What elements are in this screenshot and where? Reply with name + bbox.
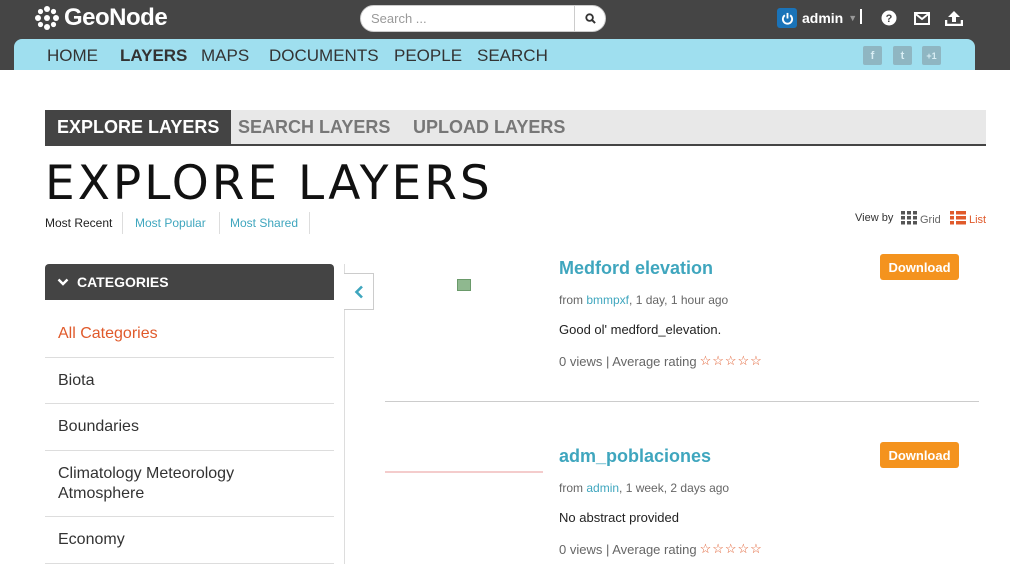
- divider: [219, 212, 220, 234]
- grid-view-button[interactable]: Grid: [901, 209, 941, 226]
- power-icon: [777, 8, 797, 28]
- owner-link[interactable]: admin: [586, 481, 619, 495]
- layer-meta: from admin, 1 week, 2 days ago: [559, 481, 729, 495]
- nav-home[interactable]: HOME: [47, 46, 98, 66]
- nav-layers[interactable]: LAYERS: [120, 46, 187, 66]
- category-label: Climatology Meteorology Atmosphere: [58, 464, 235, 502]
- rating-stars-icon[interactable]: ☆☆☆☆☆: [700, 353, 763, 369]
- owner-link[interactable]: bmmpxf: [586, 293, 629, 307]
- layer-age: , 1 day, 1 hour ago: [629, 293, 729, 307]
- search-button[interactable]: [574, 6, 605, 31]
- sort-most-recent[interactable]: Most Recent: [45, 216, 112, 230]
- from-label: from: [559, 481, 583, 495]
- facebook-icon[interactable]: f: [863, 46, 882, 65]
- divider: [309, 212, 310, 234]
- username: admin: [802, 10, 844, 26]
- chevron-left-icon: [354, 285, 363, 298]
- chevron-down-icon: ▼: [848, 13, 858, 23]
- category-economy[interactable]: Economy: [45, 517, 334, 564]
- nav-people[interactable]: PEOPLE: [394, 46, 462, 66]
- sort-most-popular[interactable]: Most Popular: [135, 216, 206, 230]
- divider: [860, 9, 862, 24]
- mail-icon[interactable]: [913, 9, 931, 27]
- list-view-button[interactable]: List: [950, 209, 986, 226]
- collapse-sidebar-button[interactable]: [344, 273, 374, 310]
- from-label: from: [559, 293, 583, 307]
- divider: [385, 401, 979, 402]
- main-nav: HOME LAYERS MAPS DOCUMENTS PEOPLE SEARCH…: [14, 39, 975, 70]
- grid-icon: [901, 210, 917, 224]
- category-biota[interactable]: Biota: [45, 358, 334, 404]
- category-climatology[interactable]: Climatology Meteorology Atmosphere: [45, 451, 334, 517]
- svg-text:?: ?: [886, 13, 893, 25]
- divider: [122, 212, 123, 234]
- layer-stats: 0 views | Average rating ☆☆☆☆☆: [559, 353, 763, 369]
- category-all[interactable]: All Categories: [45, 310, 334, 358]
- layer-title[interactable]: adm_poblaciones: [559, 446, 711, 467]
- layer-subtabs: EXPLORE LAYERS SEARCH LAYERS UPLOAD LAYE…: [45, 110, 986, 146]
- category-list: All Categories Biota Boundaries Climatol…: [45, 310, 334, 564]
- search-box: [360, 5, 606, 32]
- help-icon[interactable]: ?: [880, 9, 898, 27]
- page-title: EXPLORE LAYERS: [45, 156, 493, 211]
- layer-title[interactable]: Medford elevation: [559, 258, 713, 279]
- grid-label: Grid: [920, 214, 941, 226]
- category-label: Boundaries: [58, 418, 139, 435]
- download-button[interactable]: Download: [880, 254, 959, 280]
- category-boundaries[interactable]: Boundaries: [45, 404, 334, 451]
- layer-thumbnail[interactable]: [457, 279, 471, 291]
- view-by-label: View by: [855, 212, 894, 224]
- layer-stats: 0 views | Average rating ☆☆☆☆☆: [559, 541, 763, 557]
- layer-stats-text: 0 views | Average rating: [559, 353, 697, 369]
- list-icon: [950, 210, 966, 224]
- logo-text: GeoNode: [64, 4, 168, 31]
- upload-icon[interactable]: [945, 9, 963, 27]
- download-button[interactable]: Download: [880, 442, 959, 468]
- layer-abstract: Good ol' medford_elevation.: [559, 322, 722, 337]
- nav-maps[interactable]: MAPS: [201, 46, 249, 66]
- nav-search[interactable]: SEARCH: [477, 46, 548, 66]
- geonode-logo[interactable]: GeoNode: [34, 4, 168, 32]
- geonode-logo-icon: [35, 6, 59, 30]
- category-label: All Categories: [58, 324, 158, 342]
- categories-toggle[interactable]: CATEGORIES: [45, 264, 334, 300]
- layer-abstract: No abstract provided: [559, 510, 679, 525]
- rating-stars-icon[interactable]: ☆☆☆☆☆: [700, 541, 763, 557]
- nav-documents[interactable]: DOCUMENTS: [269, 46, 379, 66]
- search-input[interactable]: [361, 6, 574, 31]
- layer-stats-text: 0 views | Average rating: [559, 541, 697, 557]
- chevron-down-icon: [57, 278, 69, 286]
- tab-upload-layers[interactable]: UPLOAD LAYERS: [413, 110, 565, 144]
- category-label: Biota: [58, 371, 95, 389]
- user-menu[interactable]: admin ▼: [777, 7, 857, 29]
- categories-header-label: CATEGORIES: [77, 274, 169, 290]
- list-label: List: [969, 214, 987, 226]
- twitter-icon[interactable]: t: [893, 46, 912, 65]
- search-icon: [584, 13, 596, 24]
- layer-meta: from bmmpxf, 1 day, 1 hour ago: [559, 293, 728, 307]
- category-label: Economy: [58, 531, 125, 548]
- tab-search-layers[interactable]: SEARCH LAYERS: [238, 110, 390, 144]
- layer-thumbnail[interactable]: [385, 471, 543, 473]
- sort-most-shared[interactable]: Most Shared: [230, 216, 298, 230]
- google-plus-icon[interactable]: +1: [922, 46, 941, 65]
- view-by: View by: [855, 212, 893, 224]
- tab-explore-layers[interactable]: EXPLORE LAYERS: [45, 110, 232, 144]
- layer-age: , 1 week, 2 days ago: [619, 481, 730, 495]
